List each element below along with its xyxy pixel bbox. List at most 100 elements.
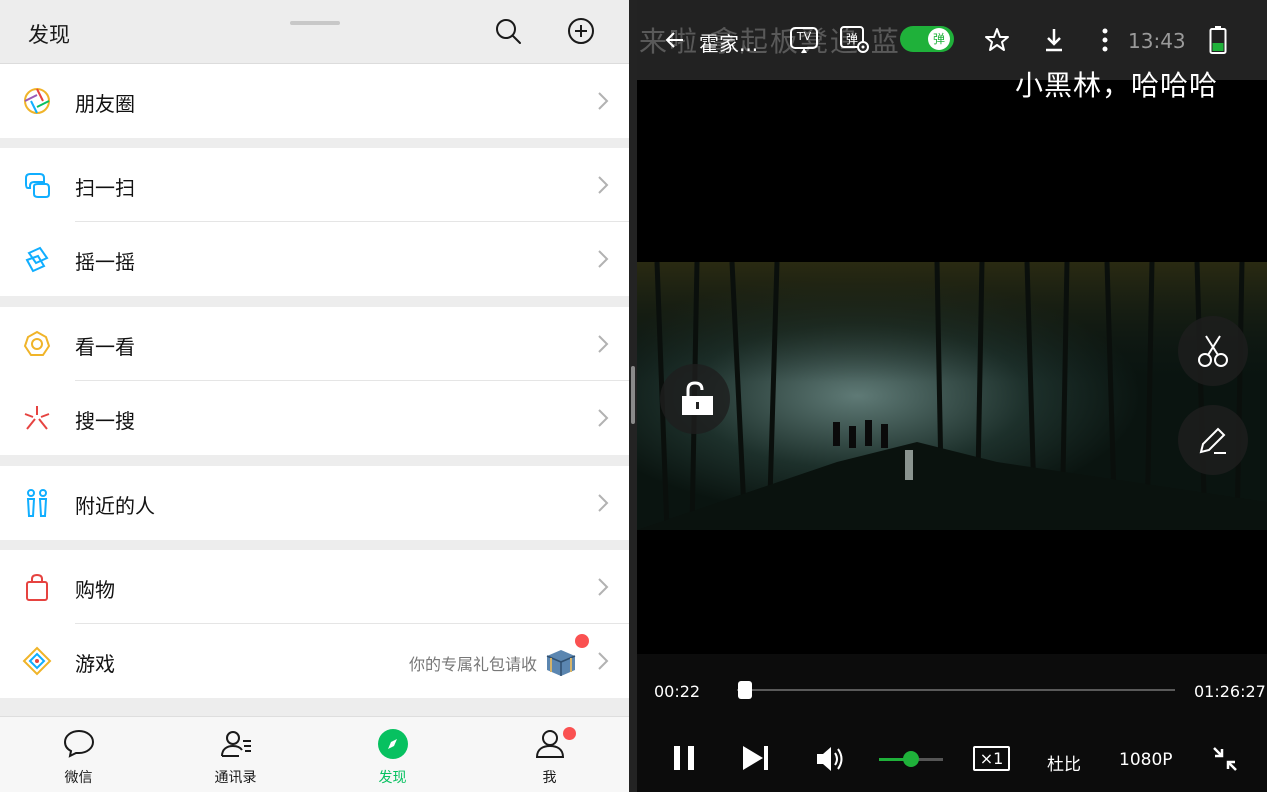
toggle-knob: 弹 [928, 28, 950, 50]
notification-badge [575, 634, 589, 648]
volume-icon[interactable] [815, 745, 845, 773]
drag-handle[interactable] [290, 21, 340, 25]
top-stories-icon [23, 330, 51, 356]
danmaku-settings-label: 弹 [845, 32, 858, 46]
video-scene [637, 262, 1267, 530]
menu-item-search[interactable]: 搜一搜 [0, 381, 629, 455]
tab-label: 微信 [64, 770, 93, 786]
quality-button[interactable]: 1080P [1119, 750, 1173, 770]
menu-item-label: 游戏 [75, 652, 115, 676]
menu-item-moments[interactable]: 朋友圈 [0, 64, 629, 138]
shake-icon [25, 246, 49, 273]
volume-knob[interactable] [903, 751, 919, 767]
notification-badge [563, 727, 576, 740]
games-promo-text: 你的专属礼包请收 [408, 655, 537, 674]
menu-item-games[interactable]: 游戏 你的专属礼包请收 [0, 624, 629, 698]
split-handle[interactable] [631, 366, 635, 424]
gift-box-icon [546, 650, 576, 676]
danmaku-comment: 小黑林，哈哈哈 [1015, 69, 1219, 102]
add-icon[interactable] [566, 16, 596, 46]
tab-me[interactable]: 我 [471, 717, 628, 792]
video-title: 霍家... [699, 32, 759, 56]
menu-item-scan[interactable]: 扫一扫 [0, 148, 629, 222]
playback-speed-label: ×1 [979, 749, 1004, 768]
danmaku-write-button[interactable] [1178, 405, 1248, 475]
tab-label: 我 [542, 770, 557, 786]
chevron-right-icon [598, 335, 609, 353]
battery-icon [1209, 26, 1227, 54]
danmaku-settings-button[interactable]: 弹 [839, 25, 871, 55]
chevron-right-icon [598, 494, 609, 512]
chevron-right-icon [598, 409, 609, 427]
video-frame[interactable] [637, 262, 1267, 530]
next-episode-icon[interactable] [741, 744, 771, 772]
chevron-right-icon [598, 578, 609, 596]
discover-header: 发现 [0, 0, 629, 64]
chat-icon [63, 729, 95, 758]
menu-item-label: 购物 [75, 578, 115, 602]
progress-thumb[interactable] [737, 681, 752, 699]
tab-label: 通讯录 [214, 770, 257, 786]
tab-discover[interactable]: 发现 [314, 717, 471, 792]
more-options-icon[interactable] [1099, 27, 1111, 53]
progress-track[interactable] [737, 689, 1175, 691]
menu-item-shake[interactable]: 摇一摇 [0, 222, 629, 296]
menu-item-label: 扫一扫 [75, 176, 135, 200]
menu-item-label: 摇一摇 [75, 250, 135, 274]
me-icon [535, 730, 565, 758]
chevron-right-icon [598, 250, 609, 268]
chevron-right-icon [598, 652, 609, 670]
split-divider[interactable] [629, 0, 637, 792]
tab-label: 发现 [378, 770, 407, 786]
cast-tv-label: TV [796, 30, 812, 43]
menu-group-stories-search: 看一看 搜一搜 [0, 307, 629, 455]
search-feature-icon [24, 406, 50, 430]
moments-icon [24, 88, 50, 114]
menu-item-top-stories[interactable]: 看一看 [0, 307, 629, 381]
games-icon [22, 646, 52, 676]
menu-item-label: 朋友圈 [75, 92, 135, 116]
video-player-pane: 来啦 拿起板凳追 蓝 霍家... TV 弹 弹 13:43 小黑林，哈哈哈 00… [637, 0, 1267, 792]
chevron-right-icon [598, 92, 609, 110]
pencil-icon [1199, 427, 1226, 454]
menu-item-shopping[interactable]: 购物 [0, 550, 629, 624]
pause-icon[interactable] [671, 744, 697, 772]
menu-group-nearby: 附近的人 [0, 466, 629, 540]
menu-item-nearby[interactable]: 附近的人 [0, 466, 629, 540]
menu-item-label: 附近的人 [75, 494, 155, 518]
search-icon[interactable] [493, 16, 523, 46]
exit-fullscreen-icon[interactable] [1211, 745, 1239, 773]
menu-item-label: 搜一搜 [75, 409, 135, 433]
cast-tv-button[interactable]: TV [789, 26, 819, 54]
menu-item-label: 看一看 [75, 335, 135, 359]
toggle-label: 弹 [932, 32, 945, 46]
chevron-right-icon [598, 176, 609, 194]
status-clock: 13:43 [1128, 29, 1186, 53]
scissors-icon [1198, 335, 1228, 367]
tab-contacts[interactable]: 通讯录 [157, 717, 314, 792]
unlock-icon [682, 381, 713, 415]
tab-chats[interactable]: 微信 [0, 717, 157, 792]
wechat-discover-pane: 发现 朋友圈 扫一扫 摇一摇 看一看 搜一搜 附近的人 购物 游戏 你的专属礼包… [0, 0, 629, 792]
favorite-star-icon[interactable] [984, 27, 1010, 53]
menu-group-moments: 朋友圈 [0, 64, 629, 138]
nearby-people-icon [26, 489, 48, 517]
menu-group-scan-shake: 扫一扫 摇一摇 [0, 148, 629, 296]
player-controls: 00:22 01:26:27 ×1 杜比 1080P [637, 654, 1267, 792]
clip-button[interactable] [1178, 316, 1248, 386]
current-time: 00:22 [654, 682, 701, 701]
scan-icon [25, 173, 50, 198]
download-icon[interactable] [1042, 27, 1066, 53]
shopping-bag-icon [26, 573, 48, 601]
total-duration: 01:26:27 [1194, 682, 1266, 701]
page-title: 发现 [28, 23, 70, 47]
discover-icon [378, 729, 408, 759]
contacts-icon [221, 731, 251, 757]
screen-lock-button[interactable] [660, 364, 730, 434]
back-arrow-icon[interactable] [663, 28, 687, 52]
audio-mode-button[interactable]: 杜比 [1047, 750, 1081, 775]
menu-group-shop-games: 购物 游戏 你的专属礼包请收 [0, 550, 629, 698]
playback-speed-button[interactable]: ×1 [973, 746, 1010, 771]
danmaku-toggle[interactable]: 弹 [900, 26, 954, 52]
bottom-tab-bar: 微信 通讯录 发现 我 [0, 716, 629, 792]
